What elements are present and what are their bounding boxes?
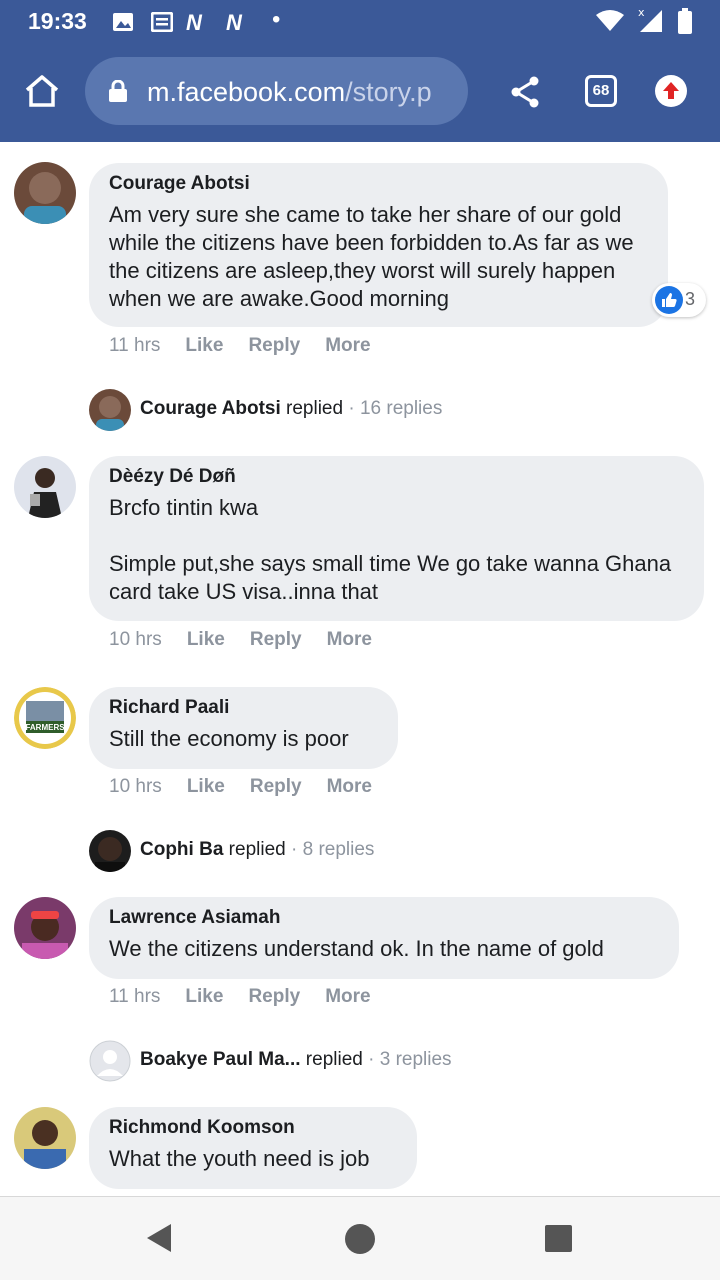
like-button[interactable]: Like xyxy=(185,986,223,1008)
avatar-caption: FARMERS xyxy=(25,723,65,732)
comment-actions: 10 hrs Like Reply More xyxy=(109,629,397,651)
reply-count: · 16 replies xyxy=(348,398,443,419)
wifi-icon xyxy=(596,10,624,37)
avatar[interactable] xyxy=(14,897,76,959)
comment-author[interactable]: Lawrence Asiamah xyxy=(109,907,659,929)
url-bar[interactable]: m.facebook.com/story.p xyxy=(85,57,468,125)
comment-time: 10 hrs xyxy=(109,629,162,650)
reply-summary: Boakye Paul Ma... replied · 3 replies xyxy=(140,1049,452,1071)
comment-text: What the youth need is job xyxy=(109,1146,370,1171)
comment-author[interactable]: Courage Abotsi xyxy=(109,173,648,195)
avatar[interactable] xyxy=(14,456,76,518)
system-nav-bar xyxy=(0,1196,720,1280)
reply-count: · 8 replies xyxy=(291,839,375,860)
reply-verb: replied xyxy=(228,839,286,860)
comment-author[interactable]: Dèézy Dé Døñ xyxy=(109,466,684,488)
back-icon[interactable] xyxy=(145,1223,173,1258)
comment-author[interactable]: Richard Paali xyxy=(109,697,378,719)
reaction-count-badge[interactable]: 3 xyxy=(652,283,706,317)
comment-text: We the citizens understand ok. In the na… xyxy=(109,936,604,961)
avatar[interactable]: FARMERS xyxy=(14,687,76,749)
reply-button[interactable]: Reply xyxy=(248,335,300,357)
home-icon[interactable] xyxy=(24,74,60,113)
comment-time: 11 hrs xyxy=(109,335,161,356)
avatar[interactable] xyxy=(14,1107,76,1169)
comment-text: Am very sure she came to take her share … xyxy=(109,202,634,311)
n-icon: N xyxy=(226,10,242,35)
more-button[interactable]: More xyxy=(325,986,370,1008)
replies-link[interactable]: Boakye Paul Ma... replied · 3 replies xyxy=(89,1040,509,1082)
upload-icon[interactable] xyxy=(655,75,687,112)
comment-text: Still the economy is poor xyxy=(109,726,349,751)
url-text: m.facebook.com/story.p xyxy=(147,77,457,108)
comment-time: 10 hrs xyxy=(109,776,162,797)
avatar xyxy=(89,830,131,872)
tab-count-button[interactable]: 68 xyxy=(585,75,617,107)
comment-bubble: Courage Abotsi Am very sure she came to … xyxy=(89,163,668,327)
home-circle-icon[interactable] xyxy=(344,1223,376,1260)
more-button[interactable]: More xyxy=(327,776,372,798)
avatar xyxy=(89,1040,131,1082)
comment-bubble: Richmond Koomson What the youth need is … xyxy=(89,1107,417,1189)
more-notifications-dot: • xyxy=(272,6,281,33)
comment-actions: 11 hrs Like Reply More xyxy=(109,335,396,357)
url-domain: m.facebook.com xyxy=(147,77,346,107)
reply-summary: Courage Abotsi replied · 16 replies xyxy=(140,398,442,420)
lock-icon xyxy=(109,79,127,107)
recents-icon[interactable] xyxy=(545,1225,572,1257)
reply-summary: Cophi Ba replied · 8 replies xyxy=(140,839,374,861)
comment-bubble: Richard Paali Still the economy is poor xyxy=(89,687,398,769)
n-icon: N xyxy=(186,10,202,35)
more-button[interactable]: More xyxy=(325,335,370,357)
like-button[interactable]: Like xyxy=(185,335,223,357)
comment-bubble: Dèézy Dé Døñ Brcfo tintin kwa Simple put… xyxy=(89,456,704,621)
reply-verb: replied xyxy=(305,1049,363,1070)
like-count: 3 xyxy=(685,289,696,309)
image-icon xyxy=(112,12,134,37)
status-bar: 19:33 N N • x xyxy=(0,0,720,44)
url-path: /story.p xyxy=(345,77,432,107)
battery-icon xyxy=(678,8,692,39)
reply-author: Courage Abotsi xyxy=(140,398,281,419)
browser-toolbar: 19:33 N N • x m.facebook.com/story.p 68 xyxy=(0,0,720,142)
avatar[interactable] xyxy=(14,162,76,224)
avatar xyxy=(89,389,131,431)
comment-actions: 10 hrs Like Reply More xyxy=(109,776,397,798)
signal-icon: x xyxy=(636,6,666,39)
reply-button[interactable]: Reply xyxy=(250,629,302,651)
comment-actions: 11 hrs Like Reply More xyxy=(109,986,396,1008)
reply-author: Boakye Paul Ma... xyxy=(140,1049,301,1070)
like-reaction-icon xyxy=(655,286,683,314)
reply-verb: replied xyxy=(286,398,344,419)
comment-text: Brcfo tintin kwa Simple put,she says sma… xyxy=(109,495,672,604)
status-time: 19:33 xyxy=(28,8,87,34)
more-button[interactable]: More xyxy=(327,629,372,651)
reply-count: · 3 replies xyxy=(368,1049,452,1070)
like-button[interactable]: Like xyxy=(187,629,225,651)
replies-link[interactable]: Courage Abotsi replied · 16 replies xyxy=(89,389,489,431)
reply-button[interactable]: Reply xyxy=(250,776,302,798)
share-icon[interactable] xyxy=(510,76,540,113)
svg-text:x: x xyxy=(638,6,645,19)
comment-time: 11 hrs xyxy=(109,986,161,1007)
news-icon xyxy=(150,11,174,37)
like-button[interactable]: Like xyxy=(187,776,225,798)
comment-author[interactable]: Richmond Koomson xyxy=(109,1117,397,1139)
replies-link[interactable]: Cophi Ba replied · 8 replies xyxy=(89,830,429,872)
reply-author: Cophi Ba xyxy=(140,839,224,860)
reply-button[interactable]: Reply xyxy=(248,986,300,1008)
comment-bubble: Lawrence Asiamah We the citizens underst… xyxy=(89,897,679,979)
